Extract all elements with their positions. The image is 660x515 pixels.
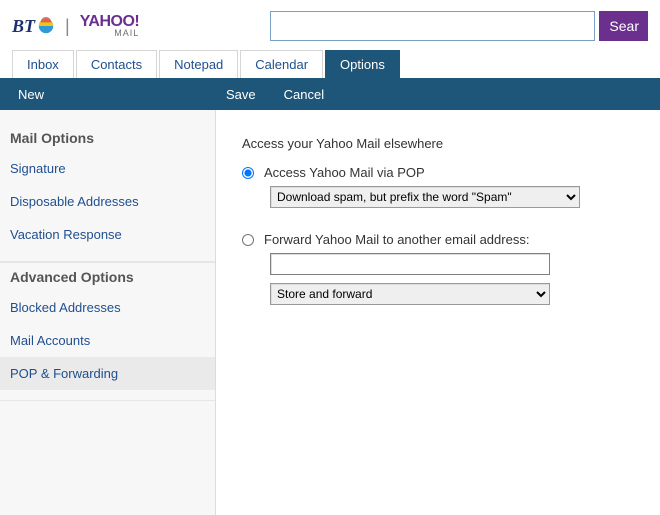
sidebar-item-disposable-addresses[interactable]: Disposable Addresses: [0, 185, 215, 218]
forward-email-input[interactable]: [270, 253, 550, 275]
logo-block: BT | YAHOO! MAIL: [12, 14, 262, 38]
sidebar-header-advanced-options: Advanced Options: [0, 262, 215, 291]
bt-text: BT: [12, 16, 35, 37]
tabs-row: Inbox Contacts Notepad Calendar Options: [0, 48, 660, 78]
radio-pop-label: Access Yahoo Mail via POP: [264, 165, 425, 180]
sidebar-item-pop-forwarding[interactable]: POP & Forwarding: [0, 357, 215, 390]
tab-notepad[interactable]: Notepad: [159, 50, 238, 78]
sidebar-item-vacation-response[interactable]: Vacation Response: [0, 218, 215, 251]
bt-logo: BT: [12, 16, 55, 37]
action-bar: New Save Cancel: [0, 78, 660, 110]
pop-spam-select[interactable]: Download spam, but prefix the word "Spam…: [270, 186, 580, 208]
tab-inbox[interactable]: Inbox: [12, 50, 74, 78]
search-input[interactable]: [270, 11, 595, 41]
content-heading: Access your Yahoo Mail elsewhere: [242, 136, 650, 151]
tab-options[interactable]: Options: [325, 50, 400, 78]
radio-pop[interactable]: [242, 167, 254, 179]
sidebar-item-blocked-addresses[interactable]: Blocked Addresses: [0, 291, 215, 324]
radio-forward-label: Forward Yahoo Mail to another email addr…: [264, 232, 529, 247]
bt-globe-icon: [37, 17, 55, 35]
tab-calendar[interactable]: Calendar: [240, 50, 323, 78]
save-button[interactable]: Save: [212, 87, 270, 102]
new-button[interactable]: New: [0, 78, 62, 110]
sidebar-item-mail-accounts[interactable]: Mail Accounts: [0, 324, 215, 357]
search-button[interactable]: Sear: [599, 11, 648, 41]
radio-forward[interactable]: [242, 234, 254, 246]
sidebar-header-mail-options: Mail Options: [0, 124, 215, 152]
options-sidebar: Mail Options Signature Disposable Addres…: [0, 110, 216, 515]
content-pane: Access your Yahoo Mail elsewhere Access …: [216, 110, 660, 515]
sidebar-item-signature[interactable]: Signature: [0, 152, 215, 185]
tab-contacts[interactable]: Contacts: [76, 50, 157, 78]
yahoo-subtext: MAIL: [114, 29, 139, 38]
logo-divider: |: [65, 16, 70, 37]
forward-action-select[interactable]: Store and forward: [270, 283, 550, 305]
cancel-button[interactable]: Cancel: [270, 87, 338, 102]
yahoo-logo: YAHOO! MAIL: [80, 14, 140, 38]
